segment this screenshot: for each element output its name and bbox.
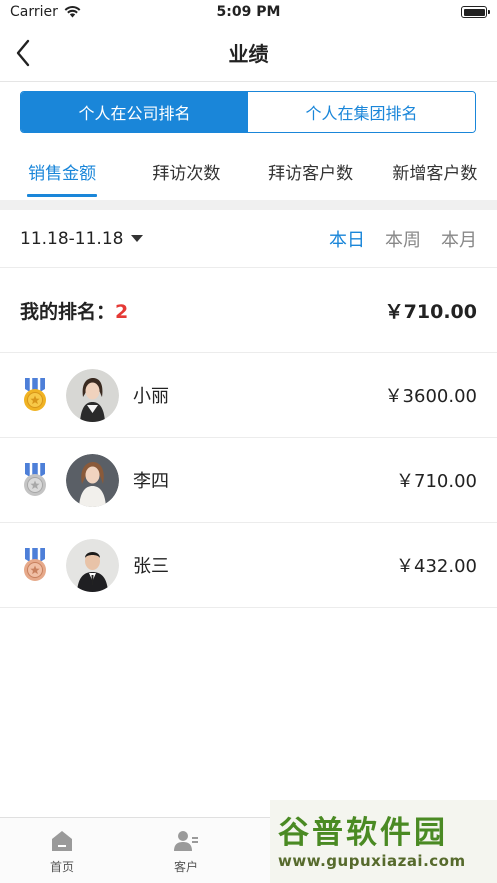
bronze-medal-icon	[24, 548, 46, 581]
ranking-row[interactable]: 李四 ￥710.00	[0, 438, 497, 523]
section-divider	[0, 200, 497, 210]
tab-customer-label: 客户	[173, 860, 198, 874]
status-left: Carrier	[10, 4, 81, 20]
ranking-row[interactable]: 张三 ￥432.00	[0, 523, 497, 608]
my-rank-label: 我的排名：	[20, 300, 116, 323]
customer-icon	[174, 831, 198, 851]
gold-medal-icon	[24, 378, 46, 411]
tab-sales-amount[interactable]: 销售金额	[0, 143, 124, 200]
period-this-month[interactable]: 本月	[441, 226, 477, 252]
avatar	[66, 453, 119, 507]
back-button[interactable]	[8, 36, 38, 70]
watermark-title: 谷普软件园	[278, 814, 448, 851]
segment-group-ranking[interactable]: 个人在集团排名	[248, 92, 475, 132]
my-rank-number: 2	[115, 300, 129, 323]
avatar	[66, 538, 119, 592]
nav-bar: 业绩	[0, 24, 497, 82]
page-title: 业绩	[228, 42, 269, 66]
tab-visited-customers[interactable]: 拜访客户数	[249, 143, 373, 200]
ranking-row[interactable]: 小丽 ￥3600.00	[0, 353, 497, 438]
wifi-icon	[64, 6, 81, 18]
ranking-list: 小丽 ￥3600.00 李四 ￥710.00 张三 ￥432.00	[0, 353, 497, 608]
date-range-select[interactable]: 11.18-11.18	[20, 228, 144, 249]
date-range-label: 11.18-11.18	[20, 228, 124, 249]
watermark: 谷普软件园 www.gupuxiazai.com	[270, 800, 497, 883]
filter-row: 11.18-11.18 本日 本周 本月	[0, 210, 497, 268]
ranking-amount: ￥432.00	[396, 556, 477, 577]
ranking-amount: ￥3600.00	[384, 386, 477, 407]
tab-customer[interactable]: 客户	[124, 818, 248, 883]
tab-home[interactable]: 首页	[0, 818, 124, 883]
tab-new-customers[interactable]: 新增客户数	[373, 143, 497, 200]
ranking-name: 张三	[133, 556, 169, 577]
ranking-amount: ￥710.00	[396, 471, 477, 492]
battery-icon	[461, 6, 490, 18]
home-icon	[52, 831, 72, 851]
metric-tabs: 销售金额 拜访次数 拜访客户数 新增客户数	[0, 143, 497, 200]
watermark-url: www.gupuxiazai.com	[278, 851, 466, 870]
my-rank-amount: ￥710.00	[384, 300, 477, 323]
carrier-label: Carrier	[10, 4, 58, 20]
my-rank-row: 我的排名：2 ￥710.00	[0, 268, 497, 353]
chevron-left-icon	[16, 39, 30, 67]
period-tabs: 本日 本周 本月	[329, 226, 477, 252]
ranking-name: 李四	[133, 471, 169, 492]
ranking-name: 小丽	[133, 386, 169, 407]
tab-home-label: 首页	[49, 860, 74, 874]
period-today[interactable]: 本日	[329, 226, 365, 252]
silver-medal-icon	[24, 463, 46, 496]
status-bar: Carrier 5:09 PM	[0, 0, 497, 24]
segment-company-ranking[interactable]: 个人在公司排名	[21, 92, 248, 132]
ranking-scope-segment: 个人在公司排名 个人在集团排名	[20, 91, 476, 133]
my-rank-info: 我的排名：2	[20, 297, 128, 324]
tab-visit-count[interactable]: 拜访次数	[124, 143, 248, 200]
caret-down-icon	[131, 235, 144, 242]
period-this-week[interactable]: 本周	[385, 226, 421, 252]
avatar	[66, 368, 119, 422]
